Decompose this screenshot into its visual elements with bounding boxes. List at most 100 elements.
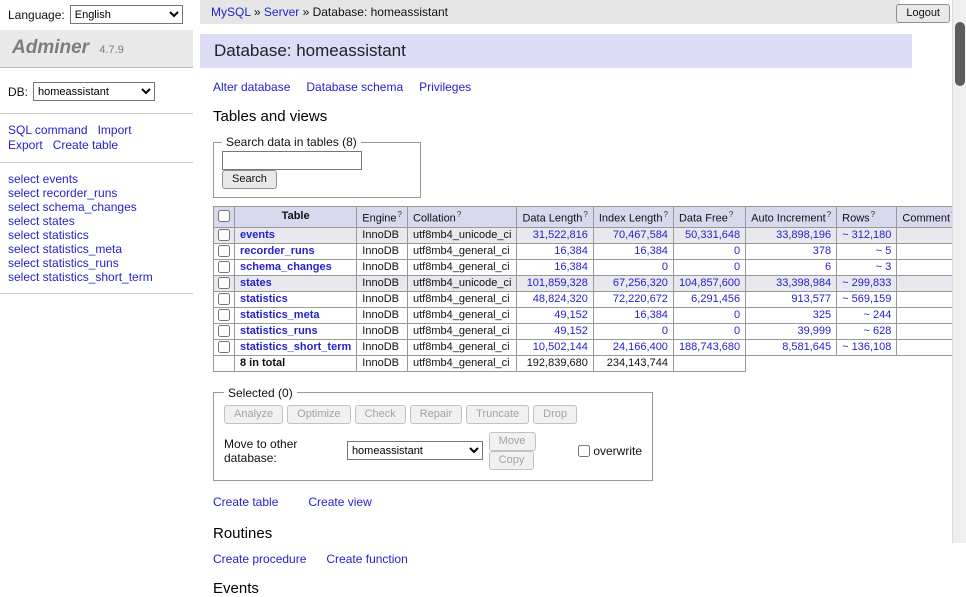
data-length-link-events[interactable]: 31,522,816 <box>533 229 588 241</box>
repair-button[interactable]: Repair <box>410 405 462 424</box>
index-length-link-schema-changes[interactable]: 0 <box>662 261 668 273</box>
table-link-statistics-runs[interactable]: statistics_runs <box>240 325 318 337</box>
adminer-logo[interactable]: Adminer <box>12 37 89 58</box>
select-all-checkbox[interactable] <box>218 210 230 222</box>
auto-increment-link-states[interactable]: 33,398,984 <box>776 277 831 289</box>
rows-link-schema-changes[interactable]: ~ 3 <box>876 261 892 273</box>
breadcrumb-link-server[interactable]: Server <box>264 5 299 19</box>
create-function-link[interactable]: Create function <box>326 552 407 566</box>
column-help-link[interactable]: ? <box>663 210 667 219</box>
table-link-statistics-short-term[interactable]: statistics_short_term <box>240 341 351 353</box>
table-link-statistics[interactable]: statistics <box>240 293 288 305</box>
auto-increment-link-statistics-runs[interactable]: 39,999 <box>798 325 832 337</box>
sidebar-item-select-statistics-meta[interactable]: select statistics_meta <box>8 242 185 256</box>
row-checkbox[interactable] <box>218 261 230 273</box>
index-length-link-states[interactable]: 67,256,320 <box>613 277 668 289</box>
rows-link-recorder-runs[interactable]: ~ 5 <box>876 245 892 257</box>
column-help-link[interactable]: ? <box>729 210 733 219</box>
sidebar-link-sql-command[interactable]: SQL command <box>8 123 88 137</box>
data-free-link-events[interactable]: 50,331,648 <box>685 229 740 241</box>
sidebar-item-select-recorder-runs[interactable]: select recorder_runs <box>8 186 185 200</box>
truncate-button[interactable]: Truncate <box>466 405 529 424</box>
row-checkbox[interactable] <box>218 341 230 353</box>
index-length-link-recorder-runs[interactable]: 16,384 <box>634 245 668 257</box>
row-checkbox[interactable] <box>218 309 230 321</box>
data-free-link-statistics-runs[interactable]: 0 <box>734 325 740 337</box>
analyze-button[interactable]: Analyze <box>224 405 283 424</box>
table-link-events[interactable]: events <box>240 229 275 241</box>
index-length-link-statistics-short-term[interactable]: 24,166,400 <box>613 341 668 353</box>
language-select[interactable]: English <box>70 5 183 24</box>
drop-button[interactable]: Drop <box>533 405 577 424</box>
db-action-privileges[interactable]: Privileges <box>419 80 471 94</box>
data-free-link-schema-changes[interactable]: 0 <box>734 261 740 273</box>
index-length-link-events[interactable]: 70,467,584 <box>613 229 668 241</box>
search-button[interactable]: Search <box>222 170 277 189</box>
overwrite-option[interactable]: overwrite <box>578 444 642 458</box>
table-link-recorder-runs[interactable]: recorder_runs <box>240 245 315 257</box>
index-length-link-statistics-meta[interactable]: 16,384 <box>634 309 668 321</box>
column-help-link[interactable]: ? <box>827 210 831 219</box>
data-length-link-statistics-runs[interactable]: 49,152 <box>554 325 588 337</box>
data-free-link-statistics[interactable]: 6,291,456 <box>691 293 740 305</box>
row-checkbox[interactable] <box>218 293 230 305</box>
table-link-states[interactable]: states <box>240 277 272 289</box>
db-action-database-schema[interactable]: Database schema <box>306 80 403 94</box>
auto-increment-link-statistics-meta[interactable]: 325 <box>813 309 831 321</box>
data-length-link-schema-changes[interactable]: 16,384 <box>554 261 588 273</box>
data-length-link-states[interactable]: 101,859,328 <box>527 277 588 289</box>
sidebar-item-select-schema-changes[interactable]: select schema_changes <box>8 200 185 214</box>
data-length-link-statistics-short-term[interactable]: 10,502,144 <box>533 341 588 353</box>
index-length-link-statistics[interactable]: 72,220,672 <box>613 293 668 305</box>
scrollbar[interactable] <box>952 0 966 543</box>
row-checkbox[interactable] <box>218 277 230 289</box>
move-button[interactable]: Move <box>489 432 536 451</box>
sidebar-link-create-table[interactable]: Create table <box>53 138 118 152</box>
column-help-link[interactable]: ? <box>398 210 402 219</box>
optimize-button[interactable]: Optimize <box>287 405 350 424</box>
sidebar-item-select-events[interactable]: select events <box>8 172 185 186</box>
sidebar-item-select-statistics-runs[interactable]: select statistics_runs <box>8 256 185 270</box>
table-link-schema-changes[interactable]: schema_changes <box>240 261 332 273</box>
breadcrumb-link-mysql[interactable]: MySQL <box>211 5 251 19</box>
rows-link-statistics-runs[interactable]: ~ 628 <box>864 325 892 337</box>
table-link-statistics-meta[interactable]: statistics_meta <box>240 309 320 321</box>
move-database-select[interactable]: homeassistant <box>347 441 483 460</box>
search-input[interactable] <box>222 151 362 170</box>
data-free-link-statistics-meta[interactable]: 0 <box>734 309 740 321</box>
copy-button[interactable]: Copy <box>489 451 535 470</box>
data-free-link-states[interactable]: 104,857,600 <box>679 277 740 289</box>
rows-link-events[interactable]: ~ 312,180 <box>842 229 891 241</box>
data-length-link-statistics[interactable]: 48,824,320 <box>533 293 588 305</box>
rows-link-states[interactable]: ~ 299,833 <box>842 277 891 289</box>
row-checkbox[interactable] <box>218 245 230 257</box>
overwrite-checkbox[interactable] <box>578 445 590 457</box>
rows-link-statistics[interactable]: ~ 569,159 <box>842 293 891 305</box>
db-select[interactable]: homeassistant <box>33 82 155 101</box>
check-button[interactable]: Check <box>355 405 406 424</box>
column-help-link[interactable]: ? <box>457 210 461 219</box>
rows-link-statistics-meta[interactable]: ~ 244 <box>864 309 892 321</box>
sidebar-item-select-statistics-short-term[interactable]: select statistics_short_term <box>8 270 185 284</box>
data-free-link-recorder-runs[interactable]: 0 <box>734 245 740 257</box>
create-view-link[interactable]: Create view <box>308 495 371 509</box>
column-help-link[interactable]: ? <box>871 210 875 219</box>
column-help-link[interactable]: ? <box>583 210 587 219</box>
logout-button[interactable]: Logout <box>896 4 950 23</box>
create-procedure-link[interactable]: Create procedure <box>213 552 306 566</box>
create-table-link[interactable]: Create table <box>213 495 278 509</box>
data-free-link-statistics-short-term[interactable]: 188,743,680 <box>679 341 740 353</box>
auto-increment-link-schema-changes[interactable]: 6 <box>825 261 831 273</box>
auto-increment-link-recorder-runs[interactable]: 378 <box>813 245 831 257</box>
row-checkbox[interactable] <box>218 229 230 241</box>
index-length-link-statistics-runs[interactable]: 0 <box>662 325 668 337</box>
data-length-link-recorder-runs[interactable]: 16,384 <box>554 245 588 257</box>
auto-increment-link-statistics-short-term[interactable]: 8,581,645 <box>782 341 831 353</box>
sidebar-link-export[interactable]: Export <box>8 138 43 152</box>
data-length-link-statistics-meta[interactable]: 49,152 <box>554 309 588 321</box>
sidebar-link-import[interactable]: Import <box>98 123 132 137</box>
auto-increment-link-statistics[interactable]: 913,577 <box>791 293 831 305</box>
rows-link-statistics-short-term[interactable]: ~ 136,108 <box>842 341 891 353</box>
scrollbar-thumb[interactable] <box>955 22 965 86</box>
sidebar-item-select-states[interactable]: select states <box>8 214 185 228</box>
